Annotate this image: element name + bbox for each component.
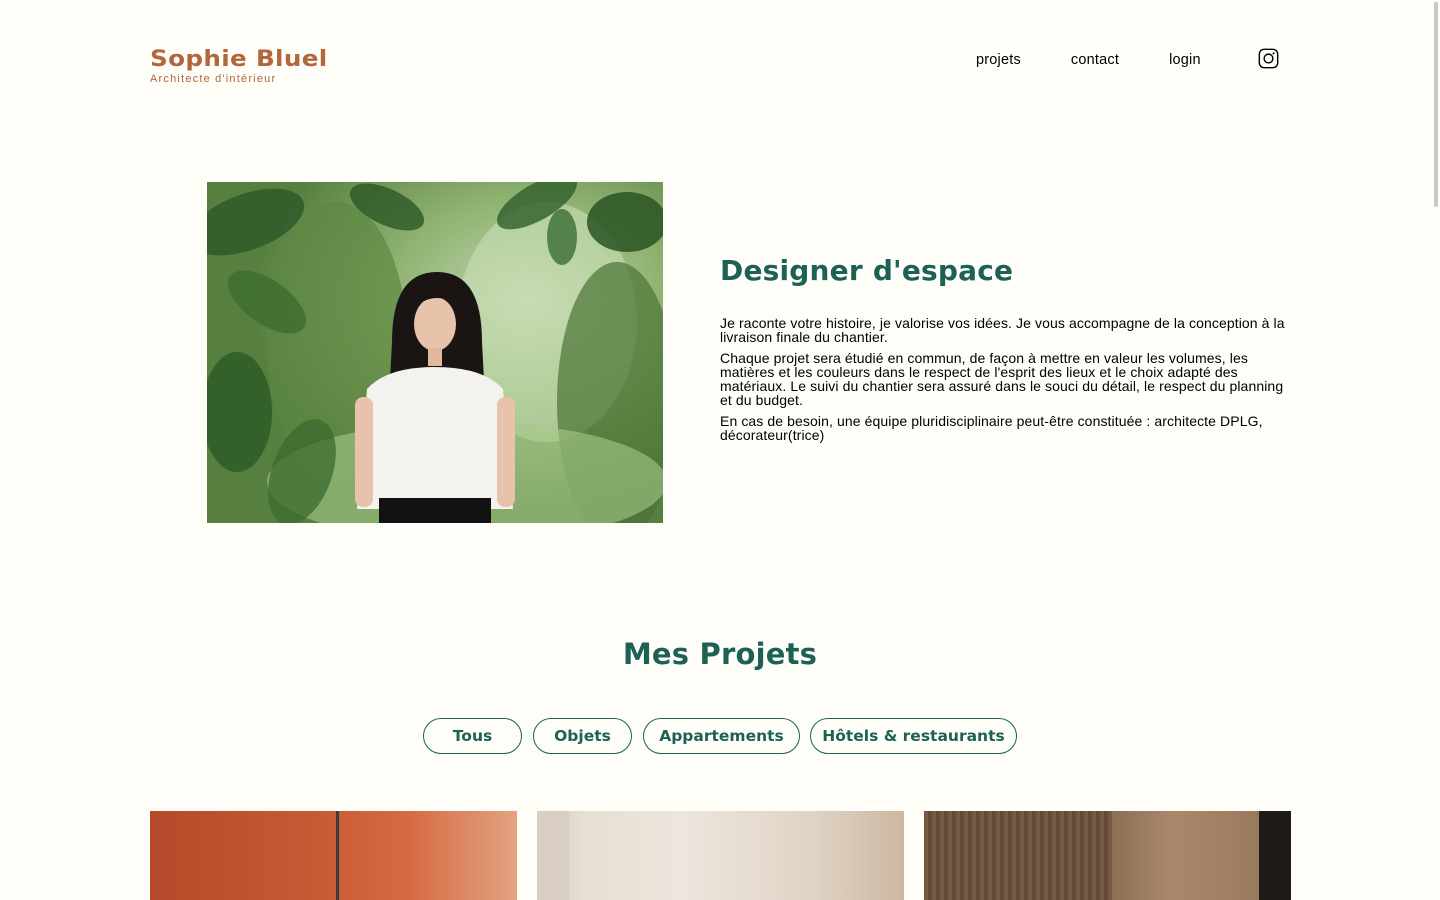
filter-button-hotels-restaurants[interactable]: Hôtels & restaurants [810,718,1017,754]
portrait-photo [207,182,663,523]
wall-edge [537,811,569,900]
filter-button-objets[interactable]: Objets [533,718,632,754]
nav-link-login[interactable]: login [1169,52,1201,68]
dark-frame [1259,811,1291,900]
logo-name: Sophie Bluel [150,47,328,72]
intro-title: Designer d'espace [720,254,1014,287]
scrollbar-thumb[interactable] [1434,2,1438,207]
logo-subtitle: Architecte d'intérieur [150,73,277,85]
intro-paragraph: En cas de besoin, une équipe pluridiscip… [720,413,1263,443]
nav-link-projets[interactable]: projets [976,52,1021,68]
project-thumbnail[interactable] [150,811,517,900]
instagram-icon[interactable] [1258,48,1279,69]
filter-button-appartements[interactable]: Appartements [643,718,800,754]
logo[interactable]: Sophie Bluel Architecte d'intérieur [150,47,327,85]
projects-title: Mes Projets [622,637,818,671]
door-seam [336,811,339,900]
main-nav: projets contact login [976,48,1279,69]
page-scrollbar[interactable] [1432,0,1440,900]
intro-text: Je raconte votre histoire, je valorise v… [720,316,1295,449]
project-thumbnail[interactable] [537,811,904,900]
filter-button-tous[interactable]: Tous [423,718,522,754]
intro-paragraph: Je raconte votre histoire, je valorise v… [720,315,1285,345]
nav-link-contact[interactable]: contact [1071,52,1119,68]
intro-paragraph: Chaque projet sera étudié en commun, de … [720,350,1284,408]
project-thumbnail[interactable] [924,811,1291,900]
wood-panel [1112,811,1260,900]
